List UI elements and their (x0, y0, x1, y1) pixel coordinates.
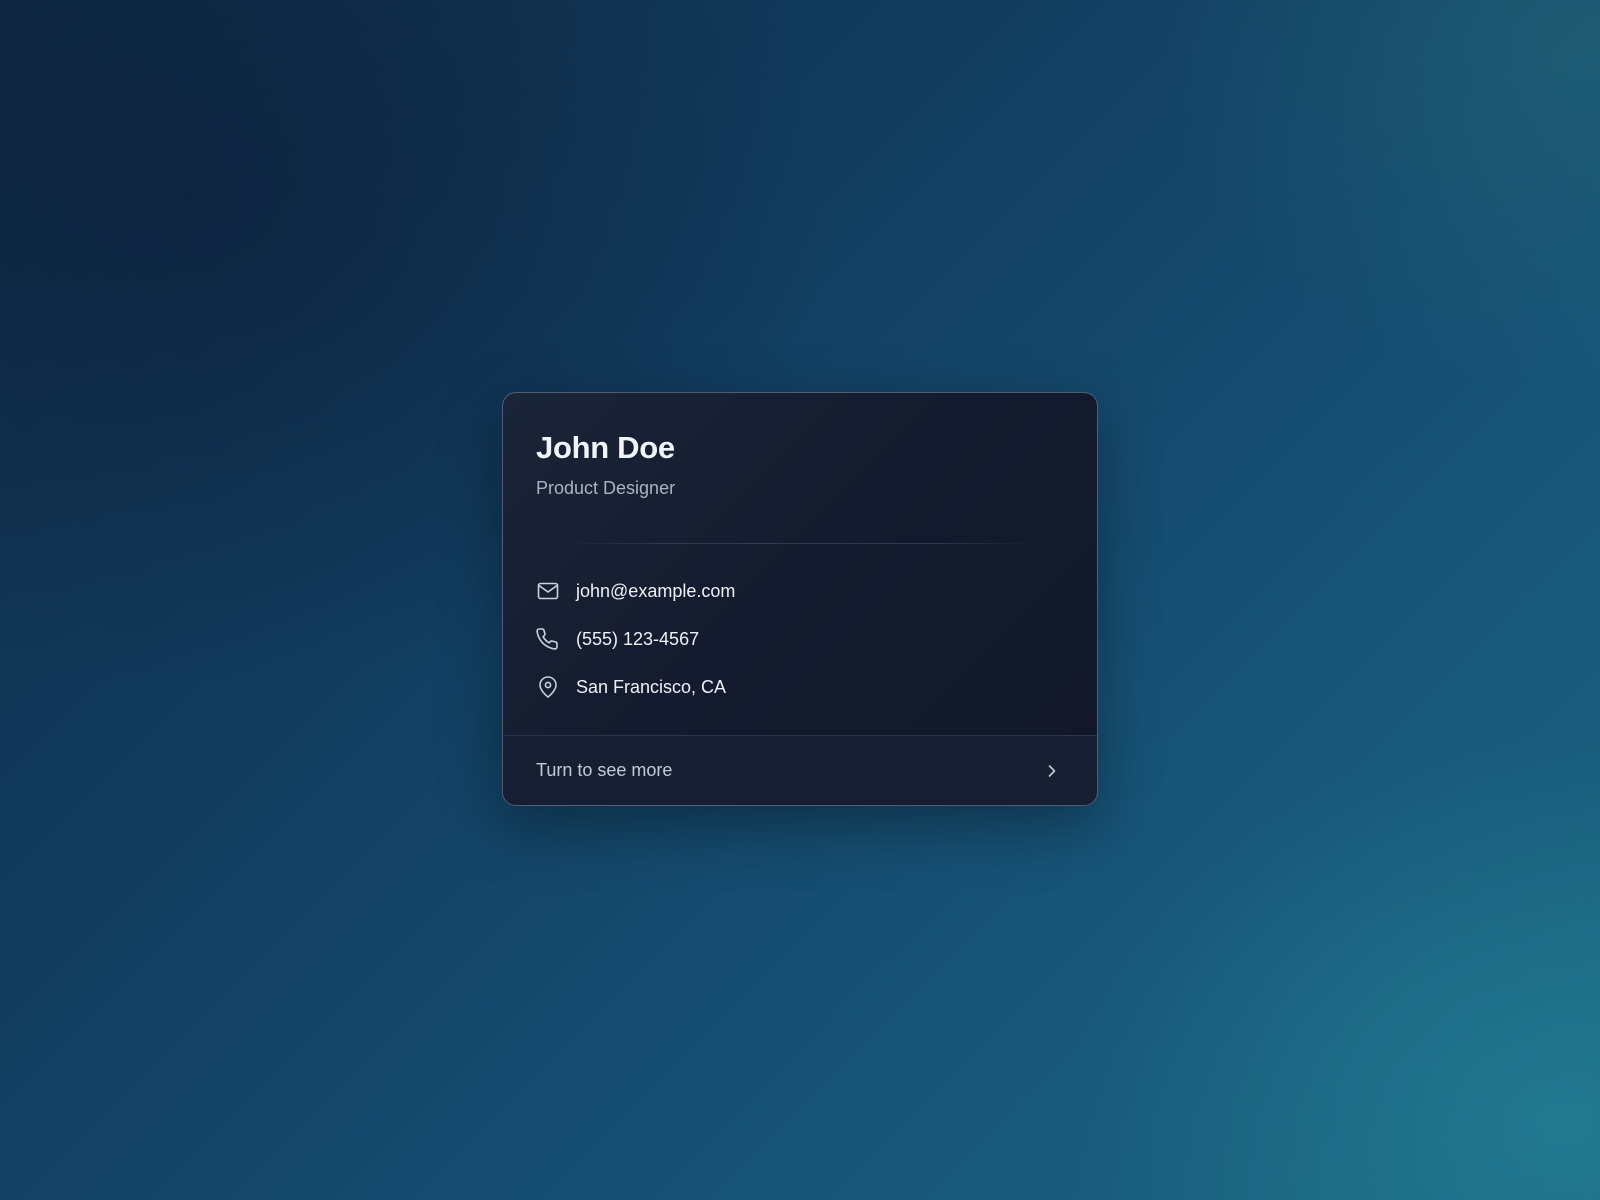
contact-location-row: San Francisco, CA (536, 675, 1064, 699)
turn-card-button[interactable]: Turn to see more (503, 735, 1097, 805)
contact-location: San Francisco, CA (576, 677, 727, 697)
contact-phone-row: (555) 123-4567 (536, 627, 1064, 651)
map-pin-icon (536, 675, 560, 699)
contact-list: john@example.com (555) 123-4567 San Fran… (536, 579, 1064, 723)
person-name: John Doe (536, 430, 675, 465)
divider (563, 543, 1037, 544)
chevron-right-icon (1042, 761, 1062, 781)
turn-card-label: Turn to see more (536, 760, 673, 780)
card-header: John Doe Product Designer (536, 429, 1064, 499)
business-card[interactable]: John Doe Product Designer john@example.c… (502, 392, 1098, 806)
mail-icon (536, 579, 560, 603)
contact-phone[interactable]: (555) 123-4567 (576, 627, 699, 651)
contact-email-row: john@example.com (536, 579, 1064, 603)
contact-email[interactable]: john@example.com (576, 579, 735, 603)
phone-icon (536, 627, 560, 651)
person-title: Product Designer (536, 478, 676, 498)
